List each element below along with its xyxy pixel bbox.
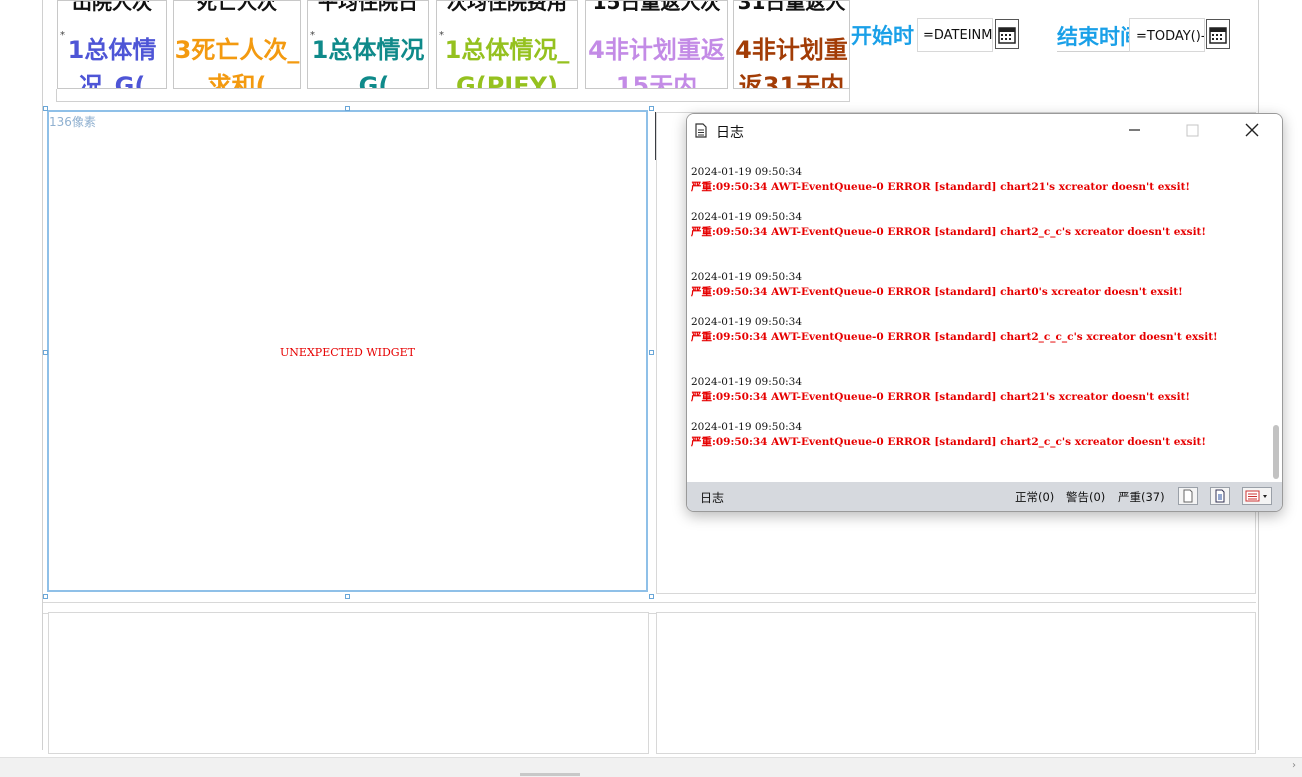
close-button[interactable] xyxy=(1224,114,1280,147)
value-expression: 1总体情况_G( xyxy=(67,36,157,89)
log-timestamp: 2024-01-19 09:50:34 xyxy=(691,421,803,433)
log-entry: 2024-01-19 09:50:34 严重:09:50:34 AWT-Even… xyxy=(691,420,1261,450)
calendar-icon xyxy=(998,27,1016,44)
log-window: 日志 2024-01-19 09:50:34 严重:09:50:34 AWT-E… xyxy=(686,113,1283,512)
header-cell[interactable]: 平均住院日 xyxy=(307,0,429,32)
horizontal-scrollbar[interactable]: › xyxy=(0,757,1302,777)
log-titlebar[interactable]: 日志 xyxy=(687,114,1282,147)
start-time-group: 开始时 =DATEINM xyxy=(849,16,1021,52)
widget-size-hint: 136像素 xyxy=(49,115,96,129)
log-timestamp: 2024-01-19 09:50:34 xyxy=(691,376,803,388)
value-expression: 1总体情况_G(PJFY) xyxy=(444,36,570,89)
maximize-icon xyxy=(1186,124,1199,137)
blank-page-icon xyxy=(1183,489,1193,503)
scroll-right-arrow[interactable]: › xyxy=(1292,760,1296,771)
end-time-group: 结束时间 =TODAY()- xyxy=(1053,18,1233,54)
log-scrollbar-thumb[interactable] xyxy=(1273,425,1279,479)
value-cell[interactable]: * 1总体情况_G( xyxy=(57,30,167,89)
header-label: 次均住院费用 xyxy=(447,0,567,14)
header-label: 31日重返人 xyxy=(737,0,846,14)
start-time-label: 开始时 xyxy=(851,24,914,48)
severe-count: 严重(37) xyxy=(1118,490,1165,504)
status-label: 日志 xyxy=(700,491,725,505)
expand-marker: * xyxy=(60,30,65,41)
unexpected-widget-text: UNEXPECTED WIDGET xyxy=(280,346,415,359)
value-cell[interactable]: 3死亡人次_求和( xyxy=(173,30,301,89)
clear-log-button[interactable] xyxy=(1178,487,1198,505)
table-footer-line xyxy=(56,89,850,102)
report-header-table: 出院人次 死亡人次 平均住院日 次均住院费用 15日重返人次 31日重返人 * 1… xyxy=(56,0,850,102)
minimize-button[interactable] xyxy=(1107,114,1162,147)
widget-area-bottom-left[interactable] xyxy=(48,612,649,754)
log-message: 严重:09:50:34 AWT-EventQueue-0 ERROR [stan… xyxy=(691,226,1207,238)
header-cell[interactable]: 15日重返人次 xyxy=(585,0,728,32)
log-content[interactable]: 2024-01-19 09:50:34 严重:09:50:34 AWT-Even… xyxy=(687,147,1282,482)
log-message: 严重:09:50:34 AWT-EventQueue-0 ERROR [stan… xyxy=(691,391,1191,403)
value-cell[interactable]: 4非计划重返31天内 xyxy=(733,30,850,89)
resize-handle[interactable] xyxy=(649,106,654,111)
list-dropdown-icon xyxy=(1245,490,1267,502)
log-level-dropdown[interactable] xyxy=(1242,487,1272,505)
header-label: 15日重返人次 xyxy=(592,0,721,14)
value-expression: 3死亡人次_求和( xyxy=(174,36,300,89)
view-log-button[interactable] xyxy=(1210,487,1230,505)
resize-handle[interactable] xyxy=(345,106,350,111)
normal-count: 正常(0) xyxy=(1015,490,1055,504)
header-cell[interactable]: 死亡人次 xyxy=(173,0,301,32)
log-statusbar: 日志 正常(0) 警告(0) 严重(37) xyxy=(687,482,1282,511)
maximize-button[interactable] xyxy=(1165,114,1220,147)
value-expression: 4非计划重返15天内 xyxy=(588,36,725,89)
log-entry: 2024-01-19 09:50:34 严重:09:50:34 AWT-Even… xyxy=(691,210,1261,240)
expand-marker: * xyxy=(439,30,444,41)
expand-marker: * xyxy=(310,30,315,41)
widget-area-bottom-right[interactable] xyxy=(656,612,1256,754)
resize-handle[interactable] xyxy=(649,350,654,355)
header-label: 出院人次 xyxy=(72,0,152,14)
value-expression: 4非计划重返31天内 xyxy=(735,36,848,89)
log-message: 严重:09:50:34 AWT-EventQueue-0 ERROR [stan… xyxy=(691,331,1218,343)
start-time-input[interactable]: =DATEINM xyxy=(917,18,993,52)
log-entry: 2024-01-19 09:50:34 严重:09:50:34 AWT-Even… xyxy=(691,375,1261,405)
resize-handle[interactable] xyxy=(345,594,350,599)
resize-handle[interactable] xyxy=(43,594,48,599)
log-timestamp: 2024-01-19 09:50:34 xyxy=(691,271,803,283)
log-entry: 2024-01-19 09:50:34 严重:09:50:34 AWT-Even… xyxy=(691,315,1261,345)
log-message: 严重:09:50:34 AWT-EventQueue-0 ERROR [stan… xyxy=(691,436,1207,448)
calendar-icon xyxy=(1209,27,1227,44)
start-calendar-button[interactable] xyxy=(995,19,1019,49)
resize-handle[interactable] xyxy=(43,350,48,355)
close-icon xyxy=(1245,123,1259,137)
minimize-icon xyxy=(1129,129,1140,131)
log-entry: 2024-01-19 09:50:34 严重:09:50:34 AWT-Even… xyxy=(691,270,1261,300)
header-cell[interactable]: 出院人次 xyxy=(57,0,167,32)
log-timestamp: 2024-01-19 09:50:34 xyxy=(691,211,803,223)
log-message: 严重:09:50:34 AWT-EventQueue-0 ERROR [stan… xyxy=(691,286,1183,298)
log-window-title: 日志 xyxy=(716,125,744,141)
resize-handle[interactable] xyxy=(649,594,654,599)
header-cell[interactable]: 次均住院费用 xyxy=(436,0,578,32)
selected-widget[interactable]: 136像素 UNEXPECTED WIDGET xyxy=(47,110,648,592)
resize-handle[interactable] xyxy=(43,106,48,111)
value-cell[interactable]: * 1总体情况_G(PJFY) xyxy=(436,30,578,89)
document-lines-icon xyxy=(1215,489,1225,503)
header-label: 平均住院日 xyxy=(318,0,418,14)
log-timestamp: 2024-01-19 09:50:34 xyxy=(691,316,803,328)
value-expression: 1总体情况_G( xyxy=(311,36,425,89)
log-message: 严重:09:50:34 AWT-EventQueue-0 ERROR [stan… xyxy=(691,181,1191,193)
header-cell[interactable]: 31日重返人 xyxy=(733,0,850,32)
value-cell[interactable]: 4非计划重返15天内 xyxy=(585,30,728,89)
end-time-input[interactable]: =TODAY()- xyxy=(1129,18,1205,52)
header-label: 死亡人次 xyxy=(197,0,277,14)
log-timestamp: 2024-01-19 09:50:34 xyxy=(691,166,803,178)
log-entry: 2024-01-19 09:50:34 严重:09:50:34 AWT-Even… xyxy=(691,165,1261,195)
document-icon xyxy=(695,123,707,138)
end-calendar-button[interactable] xyxy=(1206,19,1230,49)
warning-count: 警告(0) xyxy=(1066,490,1106,504)
value-cell[interactable]: * 1总体情况_G( xyxy=(307,30,429,89)
